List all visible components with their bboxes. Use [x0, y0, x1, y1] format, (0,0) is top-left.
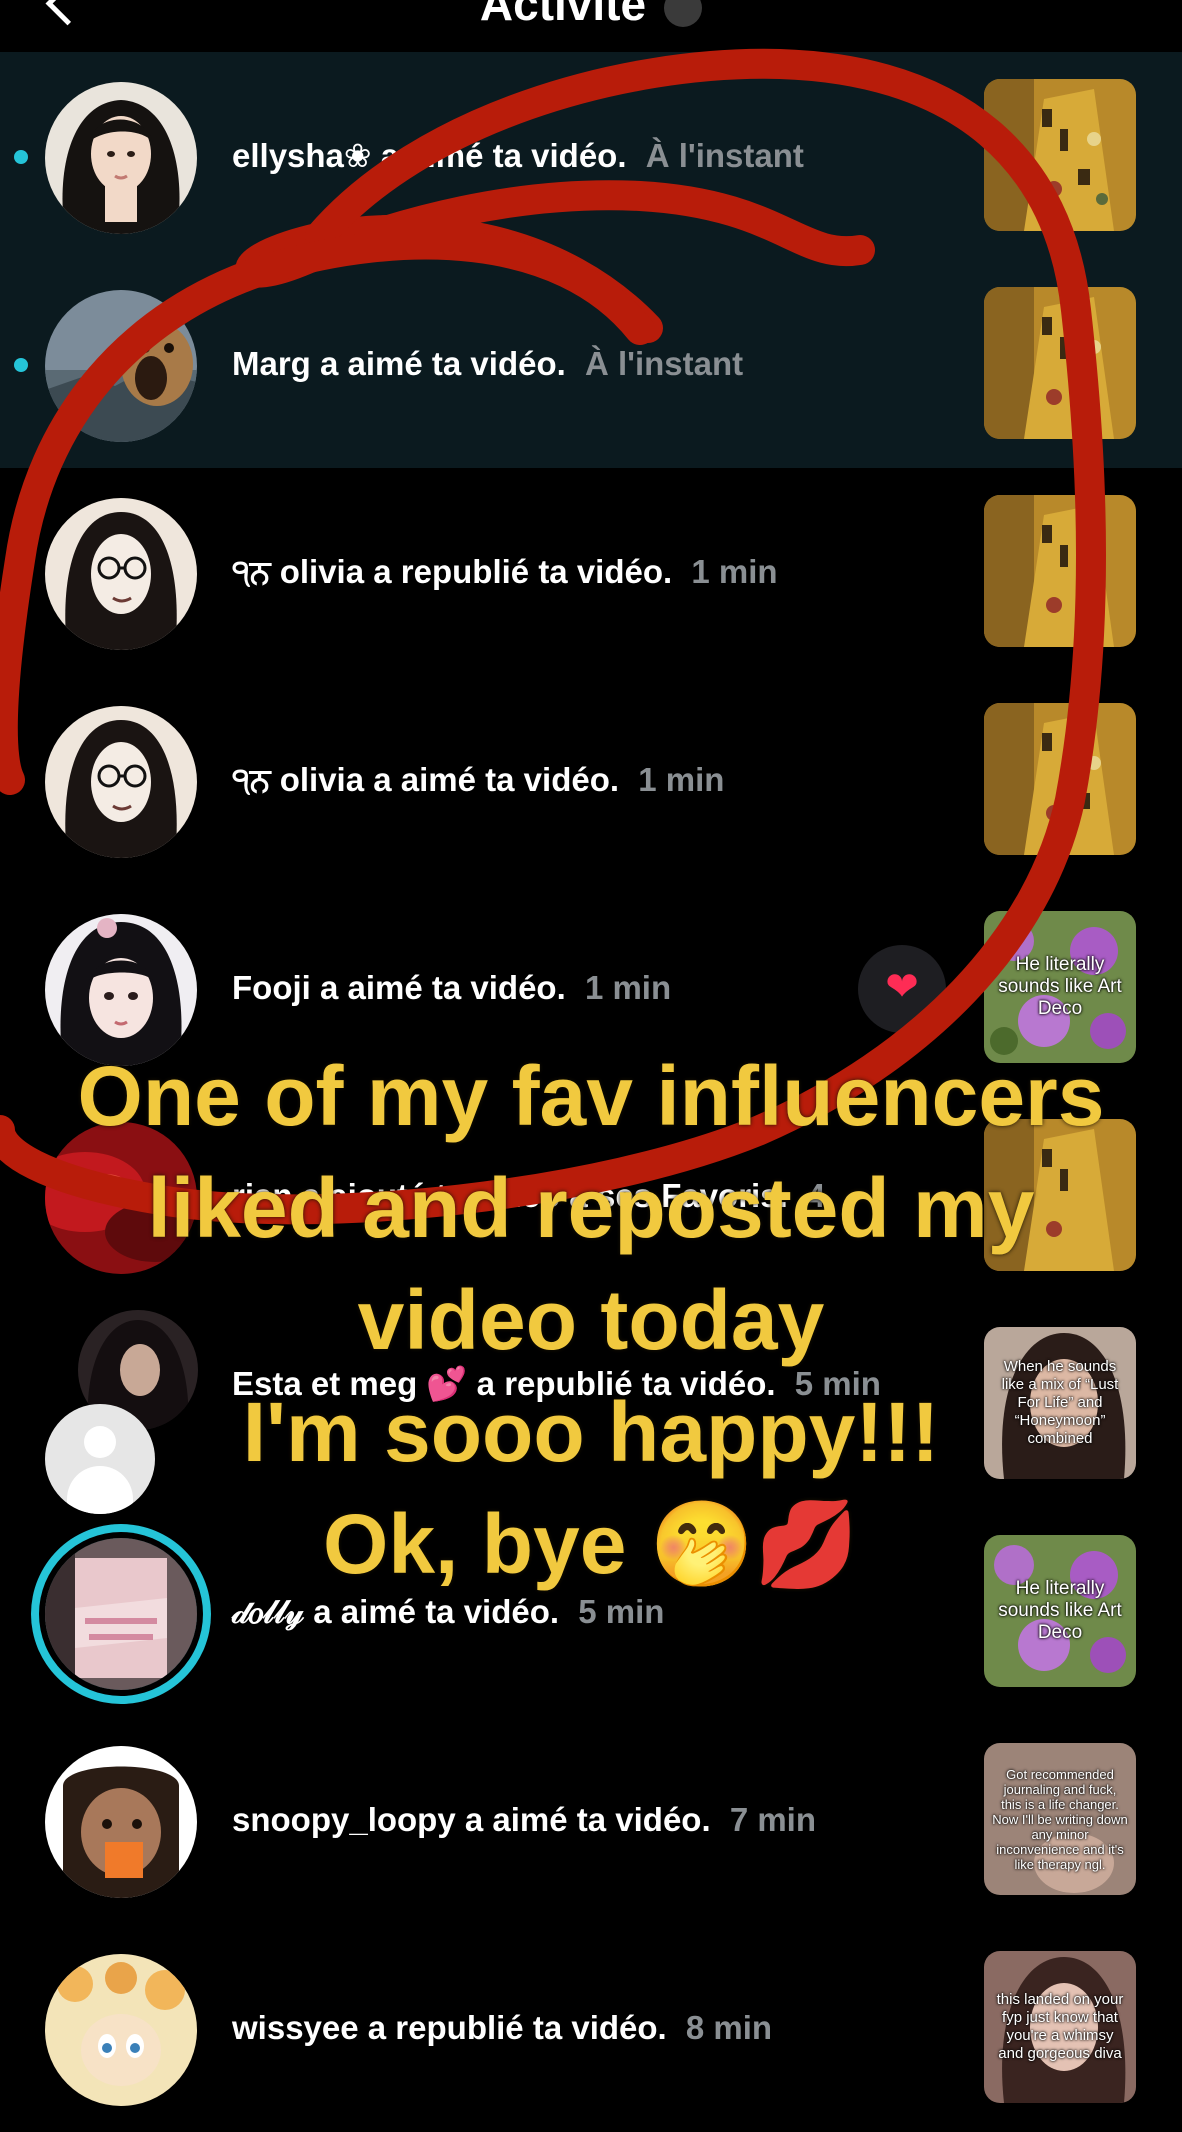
- username[interactable]: Marg: [232, 345, 311, 382]
- avatar[interactable]: [45, 82, 197, 234]
- notification-text: ੧ਨ olivia a aimé ta vidéo. 1 min: [232, 756, 952, 804]
- overlay-caption: One of my fav influencers liked and repo…: [0, 1040, 1182, 1600]
- unread-dot: [14, 150, 28, 164]
- video-thumbnail[interactable]: [984, 287, 1136, 439]
- username[interactable]: ੧ਨ olivia: [232, 553, 364, 590]
- avatar[interactable]: [45, 1746, 197, 1898]
- overlay-line: video today: [357, 1273, 825, 1367]
- video-thumbnail[interactable]: Got recommended journaling and fuck, thi…: [984, 1743, 1136, 1895]
- video-thumbnail[interactable]: this landed on your fyp just know that y…: [984, 1951, 1136, 2103]
- overlay-line: One of my fav influencers: [77, 1049, 1105, 1143]
- avatar[interactable]: [45, 290, 197, 442]
- page-title-text: Activité: [479, 0, 647, 30]
- timestamp: 7 min: [729, 1801, 817, 1838]
- username[interactable]: ellysha❀: [232, 137, 372, 174]
- notification-text: ellysha❀ a aimé ta vidéo. À l'instant: [232, 132, 952, 180]
- action-text: a aimé ta vidéo.: [320, 345, 566, 382]
- notification-text: Marg a aimé ta vidéo. À l'instant: [232, 340, 952, 388]
- action-text: a aimé ta vidéo.: [319, 969, 566, 1006]
- heart-icon: ❤: [885, 965, 919, 1009]
- video-thumbnail[interactable]: [984, 703, 1136, 855]
- username[interactable]: wissyee: [232, 2009, 359, 2046]
- notification-text: ੧ਨ olivia a republié ta vidéo. 1 min: [232, 548, 952, 596]
- header: Activité: [0, 0, 1182, 52]
- overlay-line: I'm sooo happy!!!: [242, 1385, 940, 1479]
- timestamp: À l'instant: [584, 345, 744, 382]
- username[interactable]: ੧ਨ olivia: [232, 761, 364, 798]
- video-thumbnail[interactable]: [984, 79, 1136, 231]
- thumbnail-caption: this landed on your fyp just know that y…: [996, 1991, 1124, 2062]
- action-text: a republié ta vidéo.: [367, 2009, 667, 2046]
- username[interactable]: snoopy_loopy: [232, 1801, 456, 1838]
- notification-text: Fooji a aimé ta vidéo. 1 min: [232, 964, 952, 1012]
- notification-text: wissyee a republié ta vidéo. 8 min: [232, 2004, 952, 2052]
- overlay-line: liked and reposted my: [147, 1161, 1035, 1255]
- timestamp: 1 min: [691, 553, 778, 590]
- list-item[interactable]: snoopy_loopy a aimé ta vidéo. 7 min Got …: [0, 1716, 1182, 1924]
- timestamp: À l'instant: [645, 137, 804, 174]
- action-text: a republié ta vidéo.: [373, 553, 673, 590]
- page-title[interactable]: Activité: [0, 0, 1182, 30]
- list-item[interactable]: wissyee a republié ta vidéo. 8 min this …: [0, 1924, 1182, 2132]
- notification-text: snoopy_loopy a aimé ta vidéo. 7 min: [232, 1796, 952, 1844]
- list-item[interactable]: ੧ਨ olivia a aimé ta vidéo. 1 min: [0, 676, 1182, 884]
- like-button[interactable]: ❤: [858, 945, 946, 1033]
- thumbnail-caption: Got recommended journaling and fuck, thi…: [992, 1766, 1128, 1872]
- action-text: a aimé ta vidéo.: [464, 1801, 711, 1838]
- timestamp: 1 min: [638, 761, 725, 798]
- unread-dot: [14, 358, 28, 372]
- video-thumbnail[interactable]: [984, 495, 1136, 647]
- avatar[interactable]: [45, 1954, 197, 2106]
- list-item[interactable]: ellysha❀ a aimé ta vidéo. À l'instant: [0, 52, 1182, 260]
- list-item[interactable]: ੧ਨ olivia a republié ta vidéo. 1 min: [0, 468, 1182, 676]
- list-item[interactable]: Marg a aimé ta vidéo. À l'instant: [0, 260, 1182, 468]
- timestamp: 8 min: [685, 2009, 773, 2046]
- title-dropdown-icon[interactable]: [664, 0, 703, 27]
- username[interactable]: Fooji: [232, 969, 311, 1006]
- timestamp: 1 min: [584, 969, 672, 1006]
- action-text: a aimé ta vidéo.: [380, 137, 627, 174]
- overlay-line: Ok, bye 🤭💋: [323, 1497, 859, 1591]
- avatar[interactable]: [45, 498, 197, 650]
- avatar[interactable]: [45, 706, 197, 858]
- action-text: a aimé ta vidéo.: [373, 761, 620, 798]
